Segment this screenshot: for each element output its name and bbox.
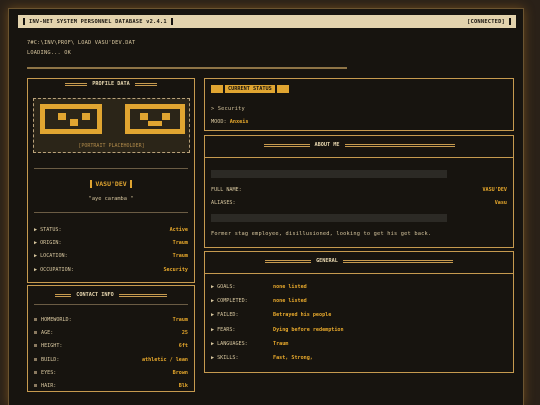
- current-status-header: CURRENT STATUS: [211, 85, 289, 93]
- contact-field-eyes: EYES: Brown: [34, 370, 188, 376]
- bullet-square-icon: [34, 344, 37, 347]
- mood-line: MOOD: Anxeis: [211, 119, 249, 125]
- general-panel-header: GENERAL: [205, 255, 513, 267]
- about-aliases: ALIASES: Vasu: [211, 200, 507, 206]
- arrow-right-icon: ▶: [211, 341, 215, 347]
- contact-field-height: HEIGHT: 6ft: [34, 343, 188, 349]
- divider: [34, 212, 188, 213]
- portrait-placeholder: [PORTRAIT PLACEHOLDER]: [33, 98, 190, 153]
- profile-field-origin: ▶ ORIGIN: Traum: [34, 240, 188, 246]
- block-icon: [170, 18, 173, 25]
- arrow-right-icon: ▶: [211, 298, 215, 304]
- about-panel-header: ABOUT ME: [205, 139, 513, 151]
- divider: [34, 168, 188, 169]
- contact-field-age: AGE: 25: [34, 330, 188, 336]
- arrow-right-icon: ▶: [211, 284, 215, 290]
- general-field-completed: ▶ COMPLETED: none listed: [211, 298, 307, 304]
- redacted-bar: [211, 170, 447, 178]
- redacted-bar: [211, 214, 447, 222]
- about-full-name: FULL NAME: VASU'DEV: [211, 187, 507, 193]
- arrow-right-icon: ▶: [34, 267, 38, 273]
- divider: [205, 273, 513, 274]
- bullet-square-icon: [34, 318, 37, 321]
- general-field-languages: ▶ LANGUAGES: Traum: [211, 341, 289, 347]
- current-assignment: > Security: [211, 106, 245, 112]
- terminal-command: 7#C:\INV\PROF\ LOAD VASU'DEV.DAT: [27, 40, 136, 46]
- arrow-right-icon: ▶: [34, 227, 38, 233]
- callsign-text: VASU'DEV: [95, 180, 127, 188]
- contact-field-hair: HAIR: Blk: [34, 383, 188, 389]
- current-status-title: CURRENT STATUS: [225, 85, 275, 93]
- mood-value: Anxeis: [229, 119, 249, 125]
- bullet-square-icon: [34, 384, 37, 387]
- general-panel-title: GENERAL: [316, 258, 338, 264]
- title-bar: INV-NET SYSTEM PERSONNEL DATABASE v2.4.1…: [18, 15, 516, 28]
- profile-panel-title: PROFILE DATA: [92, 81, 130, 87]
- divider: [34, 304, 188, 305]
- about-bio: Former stag employee, disillusioned, loo…: [211, 231, 432, 237]
- profile-panel: PROFILE DATA [PORTRAIT PLACEHOLDER] VASU…: [27, 78, 195, 283]
- block-icon: [509, 18, 511, 25]
- contact-panel-header: CONTACT INFO: [28, 289, 194, 301]
- block-icon: [211, 85, 223, 93]
- arrow-right-icon: ▶: [34, 240, 38, 246]
- arrow-right-icon: ▶: [211, 327, 215, 333]
- profile-quote: "aye caramba ": [88, 196, 134, 202]
- contact-field-build: BUILD: athletic / lean: [34, 357, 188, 363]
- portrait-caption: [PORTRAIT PLACEHOLDER]: [78, 143, 145, 149]
- loading-progress-bar: [27, 67, 347, 69]
- about-panel-title: ABOUT ME: [314, 142, 340, 148]
- general-field-goals: ▶ GOALS: none listed: [211, 284, 307, 290]
- current-status-panel: CURRENT STATUS > Security MOOD: Anxeis: [204, 78, 514, 131]
- profile-field-status: ▶ STATUS: Active: [34, 227, 188, 233]
- connection-status: [CONNECTED]: [467, 18, 505, 25]
- profile-field-location: ▶ LOCATION: Traum: [34, 253, 188, 259]
- progress-fill: [27, 67, 347, 69]
- about-panel: ABOUT ME FULL NAME: VASU'DEV ALIASES: Vasu…: [204, 135, 514, 248]
- general-field-skills: ▶ SKILLS: Fast, Strong,: [211, 355, 313, 361]
- bullet-square-icon: [34, 331, 37, 334]
- profile-panel-header: PROFILE DATA: [28, 78, 194, 90]
- app-window: INV-NET SYSTEM PERSONNEL DATABASE v2.4.1…: [8, 8, 524, 405]
- callsign: VASU'DEV: [28, 180, 194, 188]
- general-field-failed: ▶ FAILED: Betrayed his people: [211, 312, 332, 318]
- arrow-right-icon: ▶: [211, 355, 215, 361]
- profile-field-occupation: ▶ OCCUPATION: Security: [34, 267, 188, 273]
- arrow-right-icon: ▶: [211, 312, 215, 318]
- window-title: INV-NET SYSTEM PERSONNEL DATABASE v2.4.1: [29, 18, 167, 25]
- arrow-right-icon: ▶: [34, 253, 38, 259]
- bullet-square-icon: [34, 371, 37, 374]
- contact-panel: CONTACT INFO HOMEWORLD: Traum AGE: 25 HEIG…: [27, 285, 195, 392]
- general-field-fears: ▶ FEARS: Dying before redemption: [211, 327, 344, 333]
- terminal-output: LOADING... OK: [27, 50, 72, 56]
- contact-field-homeworld: HOMEWORLD: Traum: [34, 317, 188, 323]
- contact-panel-title: CONTACT INFO: [76, 292, 114, 298]
- divider: [205, 157, 513, 158]
- block-icon: [276, 85, 289, 93]
- general-panel: GENERAL ▶ GOALS: none listed ▶ COMPLETED: no…: [204, 251, 514, 373]
- block-icon: [23, 18, 25, 25]
- bullet-square-icon: [34, 358, 37, 361]
